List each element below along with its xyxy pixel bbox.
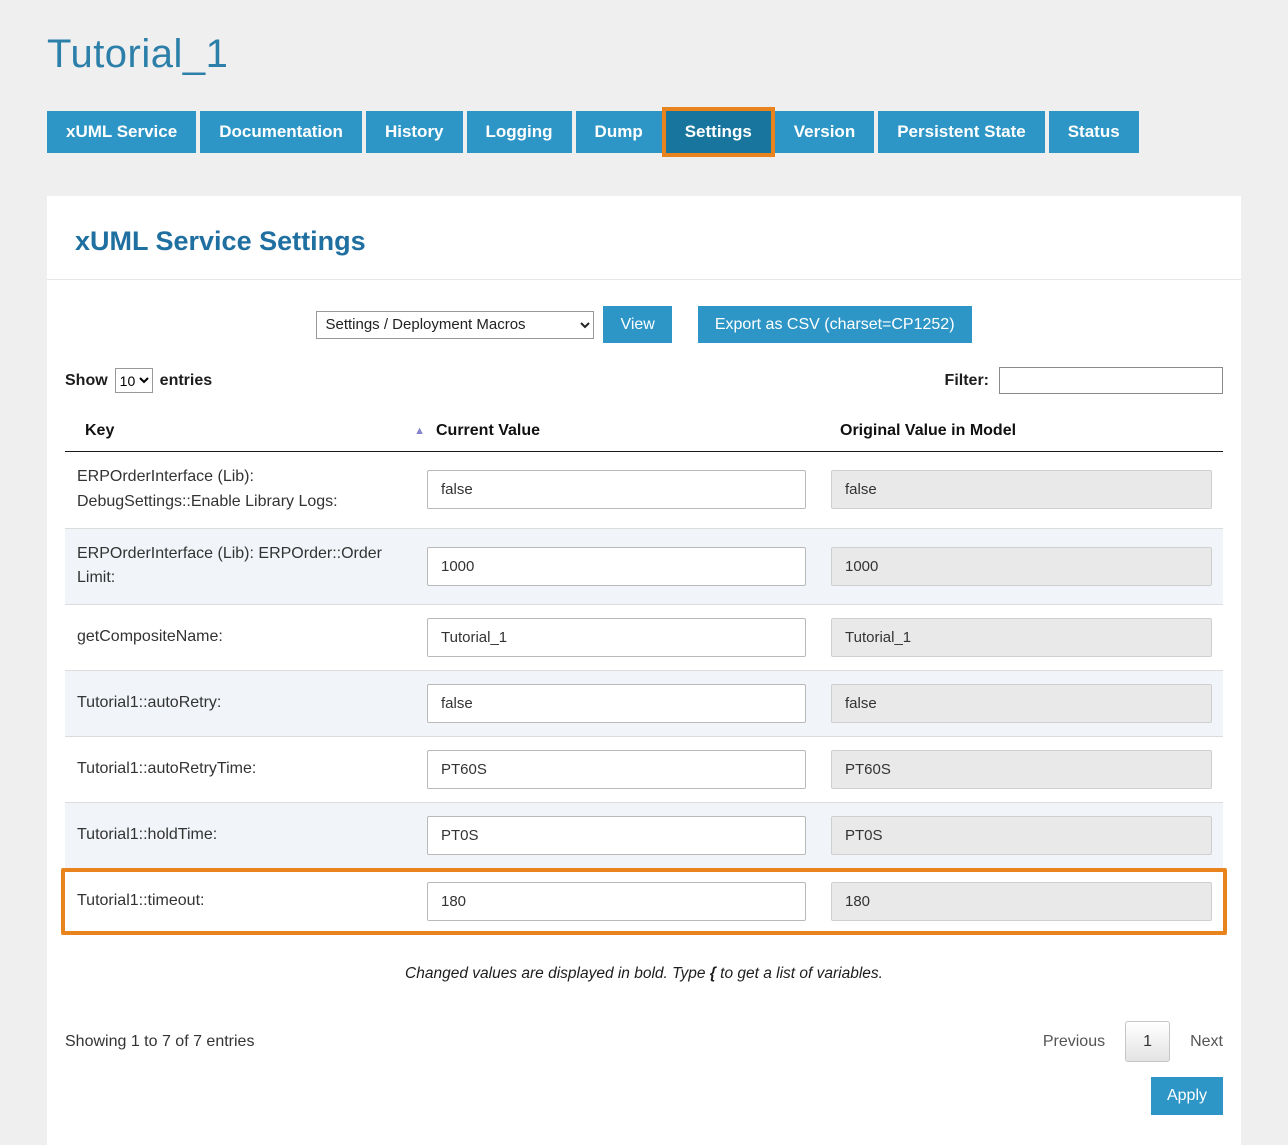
filter-label: Filter:	[945, 372, 989, 390]
tab-xuml-service[interactable]: xUML Service	[47, 111, 196, 153]
current-value-input[interactable]	[427, 816, 806, 855]
show-label: Show	[65, 372, 108, 390]
show-entries: Show 10 entries	[65, 368, 212, 393]
table-row: ERPOrderInterface (Lib): DebugSettings::…	[65, 452, 1223, 528]
showing-entries-text: Showing 1 to 7 of 7 entries	[65, 1033, 254, 1051]
panel-title: xUML Service Settings	[75, 226, 1213, 257]
tab-bar: xUML Service Documentation History Loggi…	[47, 111, 1241, 153]
filter-input[interactable]	[999, 367, 1223, 394]
tab-documentation[interactable]: Documentation	[200, 111, 362, 153]
tab-logging[interactable]: Logging	[467, 111, 572, 153]
setting-key: Tutorial1::autoRetry:	[65, 691, 427, 716]
original-value-input	[831, 618, 1212, 657]
table-row-highlighted: Tutorial1::timeout:	[61, 868, 1227, 935]
next-page-button[interactable]: Next	[1190, 1033, 1223, 1051]
table-row: Tutorial1::autoRetry:	[65, 670, 1223, 736]
panel-header: xUML Service Settings	[47, 196, 1241, 280]
original-value-input	[831, 684, 1212, 723]
page-title: Tutorial_1	[47, 32, 1241, 77]
tab-version[interactable]: Version	[775, 111, 874, 153]
original-value-input	[831, 547, 1212, 586]
view-controls: Settings / Deployment Macros View Export…	[65, 306, 1223, 343]
current-value-input[interactable]	[427, 882, 806, 921]
setting-key: ERPOrderInterface (Lib): ERPOrder::Order…	[65, 542, 427, 592]
settings-table: Key ▲ Current Value Original Value in Mo…	[65, 416, 1223, 935]
table-note: Changed values are displayed in bold. Ty…	[65, 965, 1223, 983]
note-post: to get a list of variables.	[716, 965, 883, 982]
column-header-original-value: Original Value in Model	[816, 422, 1223, 440]
column-header-key[interactable]: Key ▲	[65, 422, 427, 440]
table-row: Tutorial1::autoRetryTime:	[65, 736, 1223, 802]
sort-ascending-icon: ▲	[414, 426, 425, 437]
apply-button[interactable]: Apply	[1151, 1077, 1223, 1115]
column-header-current-value: Current Value	[427, 422, 816, 440]
table-row: getCompositeName:	[65, 604, 1223, 670]
entries-count-select[interactable]: 10	[115, 368, 153, 393]
current-value-input[interactable]	[427, 684, 806, 723]
settings-panel: xUML Service Settings Settings / Deploym…	[47, 196, 1241, 1145]
current-value-input[interactable]	[427, 470, 806, 509]
pagination: Previous 1 Next	[1043, 1021, 1223, 1062]
key-header-label: Key	[85, 422, 114, 440]
original-value-input	[831, 750, 1212, 789]
tab-persistent-state[interactable]: Persistent State	[878, 111, 1045, 153]
view-mode-select[interactable]: Settings / Deployment Macros	[316, 311, 594, 339]
apply-row: Apply	[65, 1077, 1223, 1115]
original-value-input	[831, 816, 1212, 855]
filter-wrap: Filter:	[945, 367, 1223, 394]
original-value-input	[831, 882, 1212, 921]
tab-settings[interactable]: Settings	[666, 111, 771, 153]
tab-status[interactable]: Status	[1049, 111, 1139, 153]
table-row: ERPOrderInterface (Lib): ERPOrder::Order…	[65, 528, 1223, 605]
original-value-input	[831, 470, 1212, 509]
page: Tutorial_1 xUML Service Documentation Hi…	[0, 0, 1288, 1145]
current-value-input[interactable]	[427, 618, 806, 657]
table-footer: Showing 1 to 7 of 7 entries Previous 1 N…	[65, 1021, 1223, 1062]
current-value-input[interactable]	[427, 750, 806, 789]
previous-page-button[interactable]: Previous	[1043, 1033, 1105, 1051]
table-body: ERPOrderInterface (Lib): DebugSettings::…	[65, 452, 1223, 935]
tab-dump[interactable]: Dump	[576, 111, 662, 153]
setting-key: ERPOrderInterface (Lib): DebugSettings::…	[65, 465, 427, 515]
list-controls: Show 10 entries Filter:	[65, 367, 1223, 394]
current-value-input[interactable]	[427, 547, 806, 586]
setting-key: Tutorial1::timeout:	[65, 889, 427, 914]
view-button[interactable]: View	[603, 306, 671, 343]
table-header-row: Key ▲ Current Value Original Value in Mo…	[65, 416, 1223, 452]
note-pre: Changed values are displayed in bold. Ty…	[405, 965, 710, 982]
setting-key: getCompositeName:	[65, 625, 427, 650]
page-number-button[interactable]: 1	[1125, 1021, 1170, 1062]
entries-label: entries	[160, 372, 212, 390]
table-row: Tutorial1::holdTime:	[65, 802, 1223, 868]
tab-history[interactable]: History	[366, 111, 463, 153]
setting-key: Tutorial1::holdTime:	[65, 823, 427, 848]
export-csv-button[interactable]: Export as CSV (charset=CP1252)	[698, 306, 972, 343]
setting-key: Tutorial1::autoRetryTime:	[65, 757, 427, 782]
